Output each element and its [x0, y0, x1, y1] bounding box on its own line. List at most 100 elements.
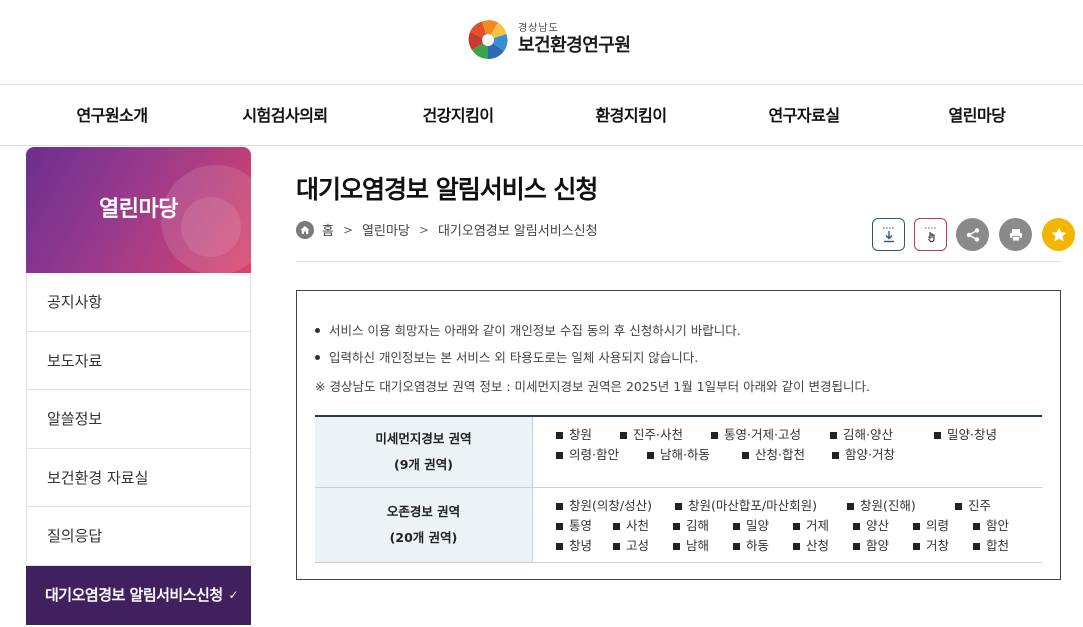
- region-item: 고성: [613, 536, 673, 556]
- square-bullet-icon: [647, 451, 654, 459]
- sidebar-item-label: 질의응답: [47, 527, 103, 546]
- region-item: 창원(진해): [847, 496, 955, 516]
- region-item-label: 남해: [686, 538, 710, 553]
- gnb-item-health[interactable]: 건강지킴이: [422, 86, 494, 146]
- region-line: 창원(의창/성산) 창원(마산합포/마산회원) 창원(진해) 진주: [556, 496, 1042, 516]
- home-icon[interactable]: [296, 220, 314, 239]
- region-line: 통영 사천 김해 밀양 거제 양산 의령 함안: [556, 516, 1042, 536]
- region-item: 하동: [733, 536, 793, 556]
- region-item: 통영: [556, 516, 613, 536]
- breadcrumb-open-forum[interactable]: 열린마당: [362, 220, 410, 239]
- region-item: 남해: [673, 536, 733, 556]
- region-item: 창원: [556, 425, 620, 445]
- region-name: 미세먼지경보 권역: [375, 431, 472, 446]
- square-bullet-icon: [793, 542, 800, 550]
- region-item-label: 진주: [968, 498, 992, 513]
- square-bullet-icon: [620, 431, 627, 439]
- region-item-label: 하동: [746, 538, 770, 553]
- logo-subtitle: 경상남도: [518, 23, 559, 34]
- main-navigation: 연구원소개 시험검사의뢰 건강지킴이 환경지킴이 연구자료실 열린마당: [0, 86, 1083, 146]
- region-item: 창녕: [556, 536, 613, 556]
- gnb-item-environment[interactable]: 환경지킴이: [595, 86, 667, 146]
- square-bullet-icon: [556, 502, 563, 510]
- sidebar-item-label: 보건환경 자료실: [47, 468, 149, 487]
- notice-bullet-text: 서비스 이용 희망자는 아래와 같이 개인정보 수집 동의 후 신청하시기 바랍…: [329, 323, 741, 338]
- favorite-button[interactable]: [1042, 218, 1075, 251]
- breadcrumb: 홈 > 열린마당 > 대기오염경보 알림서비스신청: [296, 220, 598, 239]
- region-line: 의령·함안 남해·하동 산청·합천 함양·거창: [556, 445, 1042, 465]
- table-header-cell: 미세먼지경보 권역 (9개 권역): [315, 417, 533, 487]
- share-button[interactable]: [956, 218, 989, 251]
- square-bullet-icon: [733, 542, 740, 550]
- sidebar-item-air-alert-service[interactable]: 대기오염경보 알림서비스신청 ✓: [26, 565, 251, 625]
- download-button[interactable]: [872, 218, 905, 251]
- title-divider: [296, 261, 1061, 262]
- page-title: 대기오염경보 알림서비스 신청: [296, 175, 598, 204]
- region-item-label: 거제: [806, 518, 830, 533]
- print-button[interactable]: [999, 218, 1032, 251]
- square-bullet-icon: [793, 522, 800, 530]
- square-bullet-icon: [733, 522, 740, 530]
- region-line: 창원 진주·사천 통영·거제·고성 김해·양산 밀양·창녕: [556, 425, 1042, 445]
- square-bullet-icon: [830, 431, 837, 439]
- gnb-item-about[interactable]: 연구원소개: [76, 86, 148, 146]
- region-item-label: 김해: [686, 518, 710, 533]
- region-item: 산청·합천: [742, 445, 832, 465]
- region-item-label: 고성: [626, 538, 650, 553]
- square-bullet-icon: [742, 451, 749, 459]
- page-tools: [872, 218, 1075, 251]
- gnb-item-test-request[interactable]: 시험검사의뢰: [242, 86, 328, 146]
- notice-bullets: 서비스 이용 희망자는 아래와 같이 개인정보 수집 동의 후 신청하시기 바랍…: [315, 317, 741, 371]
- gnb-item-open-forum[interactable]: 열린마당: [949, 86, 1006, 146]
- sidebar-item-archive[interactable]: 보건환경 자료실: [26, 448, 251, 508]
- square-bullet-icon: [853, 522, 860, 530]
- square-bullet-icon: [853, 542, 860, 550]
- region-item-label: 함양: [866, 538, 890, 553]
- region-item-label: 통영·거제·고성: [724, 427, 801, 442]
- sidebar-item-qna[interactable]: 질의응답: [26, 507, 251, 566]
- touch-guide-button[interactable]: [914, 218, 947, 251]
- logo-title: 보건환경연구원: [518, 35, 631, 56]
- region-item-label: 함양·거창: [845, 447, 895, 462]
- square-bullet-icon: [556, 451, 563, 459]
- region-item-label: 양산: [866, 518, 890, 533]
- square-bullet-icon: [556, 522, 563, 530]
- sidebar-item-label: 대기오염경보 알림서비스신청: [45, 585, 223, 604]
- sidebar-item-notice[interactable]: 공지사항: [26, 273, 251, 332]
- region-item: 밀양·창녕: [934, 425, 997, 445]
- region-item: 김해·양산: [830, 425, 934, 445]
- sidebar-item-label: 알쓸정보: [47, 410, 103, 429]
- square-bullet-icon: [556, 431, 563, 439]
- breadcrumb-home[interactable]: 홈: [322, 220, 334, 239]
- region-item-label: 거창: [926, 538, 950, 553]
- touch-icon: [924, 227, 937, 242]
- logo-emblem-icon: [468, 20, 508, 60]
- region-item: 사천: [613, 516, 673, 536]
- table-header-cell: 오존경보 권역 (20개 권역): [315, 488, 533, 562]
- gnb-item-research-data[interactable]: 연구자료실: [768, 86, 840, 146]
- region-item-label: 합천: [986, 538, 1010, 553]
- notice-bullet: 서비스 이용 희망자는 아래와 같이 개인정보 수집 동의 후 신청하시기 바랍…: [315, 317, 741, 344]
- region-item-label: 의령: [926, 518, 950, 533]
- square-bullet-icon: [613, 542, 620, 550]
- region-change-note: ※ 경상남도 대기오염경보 권역 정보 : 미세먼지경보 권역은 2025년 1…: [315, 379, 871, 394]
- square-bullet-icon: [973, 542, 980, 550]
- region-item: 함양: [853, 536, 913, 556]
- region-item-label: 진주·사천: [633, 427, 683, 442]
- region-item: 김해: [673, 516, 733, 536]
- bullet-dot-icon: [315, 328, 320, 333]
- notice-box: 서비스 이용 희망자는 아래와 같이 개인정보 수집 동의 후 신청하시기 바랍…: [296, 290, 1061, 580]
- region-item: 진주: [955, 496, 991, 516]
- region-item-label: 통영: [569, 518, 593, 533]
- breadcrumb-current[interactable]: 대기오염경보 알림서비스신청: [438, 220, 598, 239]
- site-logo[interactable]: 경상남도 보건환경연구원: [466, 18, 631, 62]
- table-row-pm-alert: 미세먼지경보 권역 (9개 권역) 창원 진주·사천 통영·거제·고성 김해·양산 밀양…: [315, 417, 1042, 488]
- square-bullet-icon: [673, 542, 680, 550]
- square-bullet-icon: [675, 502, 682, 510]
- sidebar-item-press[interactable]: 보도자료: [26, 331, 251, 391]
- sidebar-item-useful-info[interactable]: 알쓸정보: [26, 390, 251, 449]
- region-item-label: 사천: [626, 518, 650, 533]
- region-item-label: 남해·하동: [660, 447, 710, 462]
- region-item: 함양·거창: [832, 445, 895, 465]
- region-item: 의령·함안: [556, 445, 647, 465]
